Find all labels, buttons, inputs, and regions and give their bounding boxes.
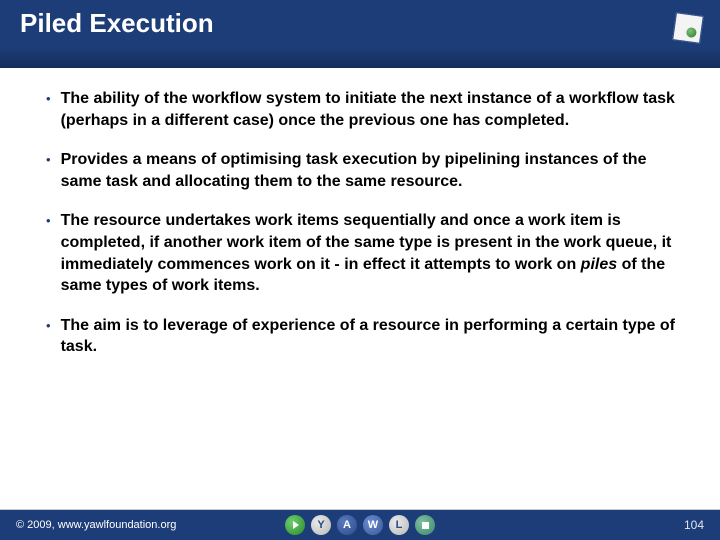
slide-title: Piled Execution bbox=[20, 8, 700, 39]
bullet-icon: • bbox=[46, 152, 51, 192]
bullet-text: The ability of the workflow system to in… bbox=[61, 88, 690, 131]
bullet-item: • The aim is to leverage of experience o… bbox=[46, 315, 690, 358]
page-number: 104 bbox=[684, 518, 704, 532]
copyright-text: © 2009, www.yawlfoundation.org bbox=[16, 519, 176, 531]
bullet-icon: • bbox=[46, 91, 51, 131]
bullet-icon: • bbox=[46, 318, 51, 358]
yawl-logo-icon bbox=[672, 12, 704, 44]
play-icon bbox=[285, 515, 305, 535]
letter-y-icon: Y bbox=[311, 515, 331, 535]
bullet-item: • The ability of the workflow system to … bbox=[46, 88, 690, 131]
letter-a-icon: A bbox=[337, 515, 357, 535]
logo-dot-icon bbox=[686, 27, 697, 38]
slide-footer: © 2009, www.yawlfoundation.org Y A W L 1… bbox=[0, 510, 720, 540]
bullet-text-italic: piles bbox=[581, 256, 617, 273]
bullet-item: • Provides a means of optimising task ex… bbox=[46, 149, 690, 192]
bullet-icon: • bbox=[46, 213, 51, 296]
bullet-text: The aim is to leverage of experience of … bbox=[61, 315, 690, 358]
slide-header: Piled Execution bbox=[0, 0, 720, 68]
bullet-text: The resource undertakes work items seque… bbox=[61, 210, 690, 296]
bullet-text: Provides a means of optimising task exec… bbox=[61, 149, 690, 192]
slide-body: • The ability of the workflow system to … bbox=[0, 68, 720, 358]
letter-w-icon: W bbox=[363, 515, 383, 535]
footer-logo-group: Y A W L bbox=[285, 515, 435, 535]
letter-l-icon: L bbox=[389, 515, 409, 535]
bullet-item: • The resource undertakes work items seq… bbox=[46, 210, 690, 296]
stop-icon bbox=[415, 515, 435, 535]
